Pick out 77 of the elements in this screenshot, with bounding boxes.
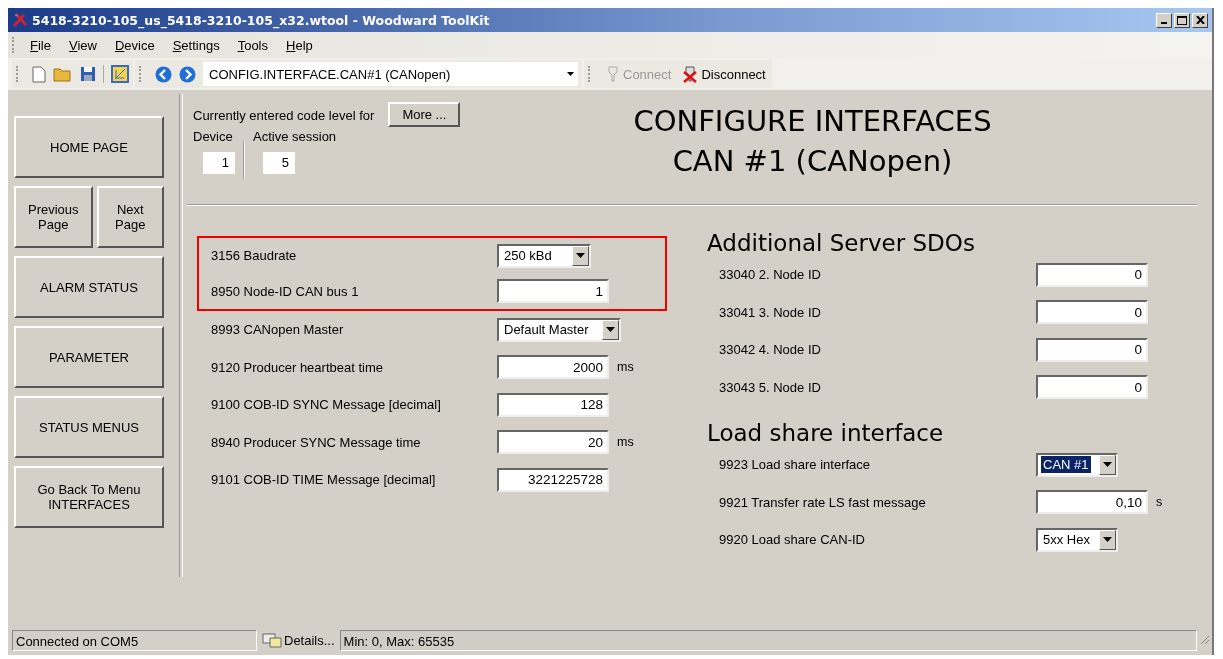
maximize-icon bbox=[1177, 15, 1187, 25]
caret-icon[interactable] bbox=[567, 72, 574, 76]
minimize-button[interactable] bbox=[1156, 12, 1172, 28]
nav-button[interactable]: STATUS MENUS bbox=[14, 396, 164, 458]
number-field[interactable]: 2000 bbox=[497, 355, 609, 380]
device-label: Device bbox=[193, 129, 234, 144]
dropdown[interactable]: Default Master bbox=[497, 317, 621, 342]
parameter-label: 33040 2. Node ID bbox=[719, 267, 822, 283]
previous-page-button[interactable]: Previous Page bbox=[14, 186, 93, 248]
crossed-plug-icon bbox=[682, 65, 699, 83]
section-heading: Additional Server SDOs bbox=[707, 229, 976, 256]
maximize-button[interactable] bbox=[1174, 12, 1190, 28]
nav-button[interactable]: Go Back To Menu INTERFACES bbox=[14, 466, 164, 528]
number-field[interactable]: 1 bbox=[497, 279, 609, 304]
menu-item[interactable]: Settings bbox=[163, 37, 229, 53]
parameter-label: 9101 COB-ID TIME Message [decimal] bbox=[211, 472, 437, 488]
nav-button[interactable]: PARAMETER bbox=[14, 326, 164, 388]
dropdown[interactable]: 5xx Hex bbox=[1036, 527, 1118, 552]
home-page-button[interactable]: HOME PAGE bbox=[14, 116, 164, 178]
menu-item[interactable]: View bbox=[59, 37, 106, 53]
page-path-dropdown[interactable]: CONFIG.INTERFACE.CAN#1 (CANopen) bbox=[203, 62, 578, 86]
range-status: Min: 0, Max: 65535 bbox=[339, 629, 1197, 651]
page-title: CAN #1 (CANopen) bbox=[672, 144, 953, 178]
parameter-label: 8940 Producer SYNC Message time bbox=[211, 434, 422, 450]
parameter-label: 9920 Load share CAN-ID bbox=[719, 532, 866, 548]
window-title: 5418-3210-105_us_5418-3210-105_x32.wtool - Woodward ToolKit bbox=[32, 12, 491, 28]
caret-icon[interactable] bbox=[572, 245, 589, 266]
caret-icon[interactable] bbox=[602, 319, 619, 340]
documents-icon bbox=[262, 632, 282, 648]
menu-item[interactable]: Device bbox=[105, 37, 164, 53]
page-title: CONFIGURE INTERFACES bbox=[633, 104, 992, 138]
new-file-icon[interactable] bbox=[32, 65, 46, 83]
next-page-button[interactable]: Next Page bbox=[96, 186, 164, 248]
number-field[interactable]: 0 bbox=[1036, 262, 1148, 287]
number-field[interactable]: 0 bbox=[1036, 375, 1148, 400]
unit-label: ms bbox=[617, 435, 634, 450]
unit-label: ms bbox=[617, 360, 634, 375]
parameter-label: 33041 3. Node ID bbox=[719, 304, 822, 320]
details-button[interactable]: Details... bbox=[260, 632, 337, 648]
number-field[interactable]: 0 bbox=[1036, 337, 1148, 362]
save-icon[interactable] bbox=[80, 66, 96, 82]
parameter-label: 9100 COB-ID SYNC Message [decimal] bbox=[211, 397, 442, 413]
more-button[interactable]: More ... bbox=[388, 102, 461, 127]
caret-icon[interactable] bbox=[1099, 454, 1116, 475]
code-level-caption: Currently entered code level for bbox=[193, 107, 375, 123]
close-button[interactable] bbox=[1192, 12, 1208, 28]
caret-icon[interactable] bbox=[1099, 529, 1116, 550]
resize-grip-icon[interactable] bbox=[1200, 635, 1210, 645]
disconnect-button[interactable]: Disconnect bbox=[680, 65, 768, 83]
session-label: Active session bbox=[253, 129, 337, 144]
parameter-label: 9120 Producer heartbeat time bbox=[211, 359, 384, 375]
parameter-label: 9923 Load share interface bbox=[719, 457, 872, 473]
dropdown[interactable]: CAN #1 bbox=[1036, 452, 1118, 477]
device-code-level: 1 bbox=[203, 152, 235, 174]
parameter-label: 33042 4. Node ID bbox=[719, 342, 822, 358]
close-icon bbox=[1195, 16, 1205, 24]
menu-item[interactable]: Help bbox=[277, 37, 322, 53]
parameter-label: 9921 Transfer rate LS fast message bbox=[719, 494, 927, 510]
number-field[interactable]: 128 bbox=[497, 392, 609, 417]
number-field[interactable]: 0,10 bbox=[1036, 490, 1148, 515]
nav-button[interactable]: ALARM STATUS bbox=[14, 256, 164, 318]
number-field[interactable]: 0 bbox=[1036, 300, 1148, 325]
plug-icon bbox=[606, 66, 620, 82]
parameter-label: 8950 Node-ID CAN bus 1 bbox=[211, 283, 360, 299]
parameter-label: 3156 Baudrate bbox=[211, 248, 298, 264]
number-field[interactable]: 20 bbox=[497, 430, 609, 455]
dropdown[interactable]: 250 kBd bbox=[497, 243, 591, 268]
session-code-level: 5 bbox=[263, 152, 295, 174]
parameter-label: 33043 5. Node ID bbox=[719, 379, 822, 395]
menu-item[interactable]: Tools bbox=[228, 37, 277, 53]
ruler-icon[interactable] bbox=[111, 65, 129, 83]
unit-label: s bbox=[1156, 495, 1163, 510]
connection-status: Connected on COM5 bbox=[12, 629, 257, 651]
section-heading: Load share interface bbox=[707, 419, 945, 446]
menu-item[interactable]: File bbox=[21, 37, 60, 53]
parameter-label: 8993 CANopen Master bbox=[211, 322, 345, 338]
number-field[interactable]: 3221225728 bbox=[497, 467, 609, 492]
